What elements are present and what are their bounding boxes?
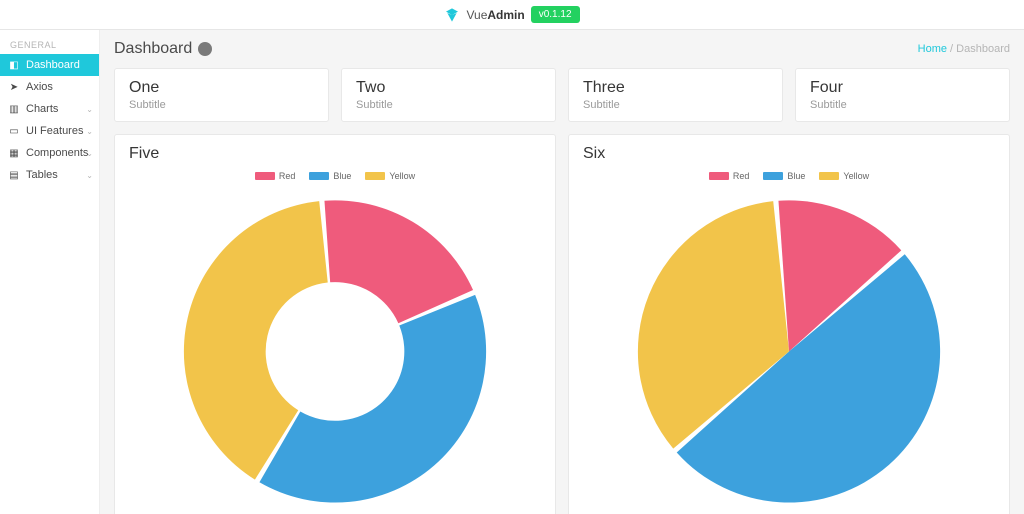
sidebar-item-tables[interactable]: ▤ Tables ⌄	[0, 164, 99, 186]
chevron-down-icon: ⌄	[86, 149, 93, 158]
puzzle-icon: ▦	[8, 148, 20, 159]
swatch-red	[255, 172, 275, 180]
sidebar-item-label: Charts	[26, 103, 58, 115]
sidebar-item-charts[interactable]: ▥ Charts ⌄	[0, 98, 99, 120]
breadcrumb-sep: /	[947, 43, 956, 55]
main: Dashboard Home / Dashboard One Subtitle …	[100, 30, 1024, 514]
sidebar-item-components[interactable]: ▦ Components ⌄	[0, 142, 99, 164]
sidebar-item-label: Tables	[26, 169, 58, 181]
chevron-down-icon: ⌄	[86, 127, 93, 136]
sidebar-item-label: Dashboard	[26, 59, 80, 71]
stat-card-title: Two	[356, 79, 541, 97]
sidebar-item-ui-features[interactable]: ▭ UI Features ⌄	[0, 120, 99, 142]
stat-card-subtitle: Subtitle	[810, 99, 995, 111]
stat-card: Two Subtitle	[341, 68, 556, 122]
breadcrumb-home-link[interactable]: Home	[918, 43, 947, 55]
stat-card-title: Four	[810, 79, 995, 97]
sidebar-item-dashboard[interactable]: ◧ Dashboard	[0, 54, 99, 76]
sidebar: GENERAL ◧ Dashboard ➤ Axios ▥ Charts ⌄ ▭…	[0, 30, 100, 514]
stat-card-title: Three	[583, 79, 768, 97]
swatch-yellow	[819, 172, 839, 180]
pie-chart	[609, 187, 969, 507]
sidebar-item-label: Components	[26, 147, 88, 159]
sidebar-item-label: UI Features	[26, 125, 83, 137]
stat-cards-row: One Subtitle Two Subtitle Three Subtitle…	[114, 68, 1010, 122]
topbar: VueAdmin v0.1.12	[0, 0, 1024, 30]
swatch-blue	[763, 172, 783, 180]
brand-suffix: Admin	[487, 8, 524, 22]
legend-item: Red	[709, 171, 750, 181]
stat-card: Three Subtitle	[568, 68, 783, 122]
legend-item: Blue	[309, 171, 351, 181]
sidebar-item-axios[interactable]: ➤ Axios	[0, 76, 99, 98]
dashboard-icon: ◧	[8, 60, 20, 71]
stat-card-subtitle: Subtitle	[129, 99, 314, 111]
bar-chart-icon: ▥	[8, 104, 20, 115]
table-icon: ▤	[8, 170, 20, 181]
breadcrumb-current: Dashboard	[956, 43, 1010, 55]
chart-legend: Red Blue Yellow	[129, 171, 541, 181]
slice-blue	[259, 295, 486, 503]
stat-card: One Subtitle	[114, 68, 329, 122]
stat-card-subtitle: Subtitle	[583, 99, 768, 111]
swatch-blue	[309, 172, 329, 180]
swatch-red	[709, 172, 729, 180]
legend-item: Blue	[763, 171, 805, 181]
donut-chart	[155, 187, 515, 507]
stat-card: Four Subtitle	[795, 68, 1010, 122]
swatch-yellow	[365, 172, 385, 180]
github-icon[interactable]	[198, 42, 212, 56]
charts-row: Five Red Blue Yellow Six Red Blue Yellow	[114, 134, 1010, 514]
chevron-down-icon: ⌄	[86, 171, 93, 180]
chart-card-title: Five	[129, 145, 541, 163]
legend-item: Yellow	[819, 171, 869, 181]
chart-legend: Red Blue Yellow	[583, 171, 995, 181]
stat-card-title: One	[129, 79, 314, 97]
chevron-down-icon: ⌄	[86, 105, 93, 114]
brand: VueAdmin	[466, 8, 524, 22]
sidebar-section-label: GENERAL	[0, 36, 99, 54]
logo-icon	[444, 7, 460, 23]
legend-item: Yellow	[365, 171, 415, 181]
chart-card-title: Six	[583, 145, 995, 163]
arrow-icon: ➤	[8, 82, 20, 93]
version-badge: v0.1.12	[531, 6, 580, 23]
chart-area	[129, 187, 541, 507]
page-header: Dashboard Home / Dashboard	[114, 40, 1010, 58]
stat-card-subtitle: Subtitle	[356, 99, 541, 111]
legend-item: Red	[255, 171, 296, 181]
sidebar-item-label: Axios	[26, 81, 53, 93]
brand-prefix: Vue	[466, 8, 487, 22]
page-title: Dashboard	[114, 40, 192, 58]
breadcrumb: Home / Dashboard	[918, 43, 1010, 55]
chart-card-six: Six Red Blue Yellow	[568, 134, 1010, 514]
chart-card-five: Five Red Blue Yellow	[114, 134, 556, 514]
laptop-icon: ▭	[8, 126, 20, 137]
chart-area	[583, 187, 995, 507]
